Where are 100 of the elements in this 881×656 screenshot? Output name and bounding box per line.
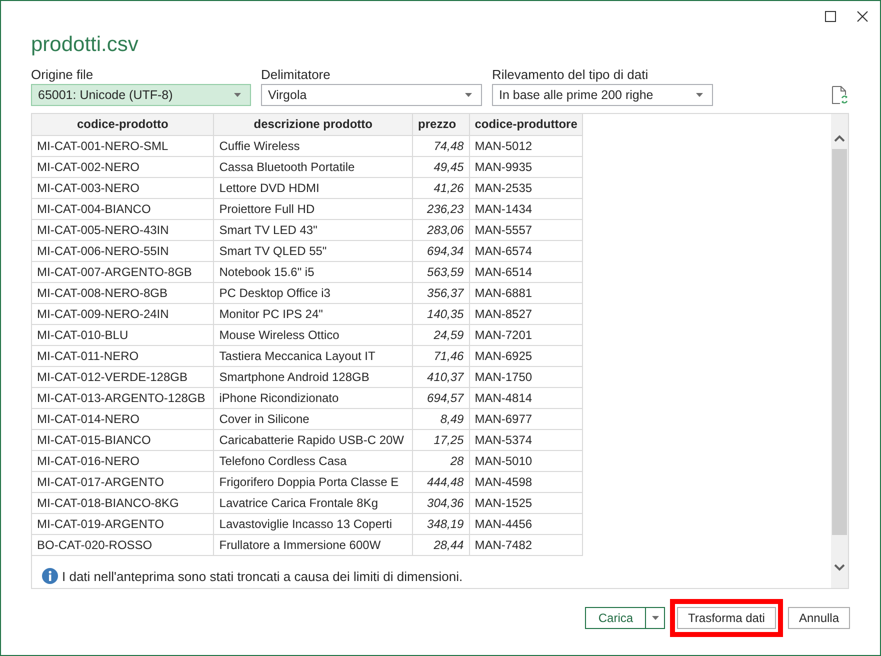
table-cell: MAN-1434 [469,198,583,219]
table-cell: MI-CAT-013-ARGENTO-128GB [32,387,214,408]
table-cell: MI-CAT-006-NERO-55IN [32,240,214,261]
table-cell: 410,37 [412,366,470,387]
table-cell: Smart TV QLED 55" [214,240,413,261]
table-cell: MI-CAT-012-VERDE-128GB [32,366,214,387]
table-cell: MAN-6881 [469,282,583,303]
table-cell: MI-CAT-003-NERO [32,177,214,198]
table-cell: 28 [412,450,470,471]
table-cell: Caricabatterie Rapido USB-C 20W [214,429,413,450]
column-header: codice-produttore [469,114,583,135]
table-cell: 8,49 [412,408,470,429]
table-cell: iPhone Ricondizionato [214,387,413,408]
table-cell: 356,37 [412,282,470,303]
table-cell: 348,19 [412,513,470,534]
table-cell: Telefono Cordless Casa [214,450,413,471]
table-cell: MI-CAT-010-BLU [32,324,214,345]
scroll-up-icon[interactable] [834,135,845,142]
table-cell: MI-CAT-017-ARGENTO [32,471,214,492]
table-cell: MI-CAT-014-NERO [32,408,214,429]
table-cell: 563,59 [412,261,470,282]
table-cell: MAN-5012 [469,135,583,156]
dropdown[interactable]: Virgola [261,84,482,106]
window-title: prodotti.csv [31,32,138,58]
dropdown-arrow-button[interactable] [646,607,666,629]
table-cell: MI-CAT-001-NERO-SML [32,135,214,156]
table-cell: 24,59 [412,324,470,345]
table-cell: BO-CAT-020-ROSSO [32,534,214,555]
table-cell: 694,57 [412,387,470,408]
dialog-button[interactable]: Carica [585,607,646,629]
close-icon[interactable] [857,10,868,22]
table-cell: MAN-5010 [469,450,583,471]
table-cell: Tastiera Meccanica Layout IT [214,345,413,366]
scroll-down-icon[interactable] [834,564,845,571]
table-cell: MAN-6574 [469,240,583,261]
table-cell: 304,36 [412,492,470,513]
table-cell: 17,25 [412,429,470,450]
table-cell: Lettore DVD HDMI [214,177,413,198]
table-cell: Smartphone Android 128GB [214,366,413,387]
dropdown[interactable]: 65001: Unicode (UTF-8) [31,84,251,106]
table-cell: MAN-9935 [469,156,583,177]
table-cell: MAN-7482 [469,534,583,555]
caret-icon [234,93,241,97]
table-cell: MAN-7201 [469,324,583,345]
table-cell: Frigorifero Doppia Porta Classe E [214,471,413,492]
maximize-icon[interactable] [825,10,836,22]
table-cell: 236,23 [412,198,470,219]
table-cell: MAN-2535 [469,177,583,198]
dialog-button[interactable]: Annulla [788,607,850,629]
table-cell: Frullatore a Immersione 600W [214,534,413,555]
info-icon [42,568,58,584]
column-header: descrizione prodotto [214,114,413,135]
table-cell: Mouse Wireless Ottico [214,324,413,345]
caret-icon [465,93,472,97]
table-cell: Cuffie Wireless [214,135,413,156]
table-cell: MAN-8527 [469,303,583,324]
table-cell: 28,44 [412,534,470,555]
table-cell: 140,35 [412,303,470,324]
table-cell: MI-CAT-004-BIANCO [32,198,214,219]
scrollbar-thumb[interactable] [832,149,847,535]
table-cell: MAN-6977 [469,408,583,429]
dropdown[interactable]: In base alle prime 200 righe [492,84,713,106]
caret-icon [696,93,703,97]
table-cell: 283,06 [412,219,470,240]
field-label: Rilevamento del tipo di dati [492,67,650,83]
table-cell: Proiettore Full HD [214,198,413,219]
field-label: Origine file [31,67,94,83]
table-cell: 74,48 [412,135,470,156]
table-cell: 41,26 [412,177,470,198]
truncation-notice: I dati nell'anteprima sono stati troncati a causa dei limiti di dimensioni. [62,568,463,586]
table-cell: MAN-6514 [469,261,583,282]
table-cell: MAN-4456 [469,513,583,534]
caret-icon [652,616,659,620]
table-cell: MI-CAT-011-NERO [32,345,214,366]
table-cell: Cassa Bluetooth Portatile [214,156,413,177]
field-label: Delimitatore [261,67,332,83]
table-cell: 694,34 [412,240,470,261]
dialog-button[interactable]: Trasforma dati [677,607,776,629]
file-refresh-icon[interactable] [832,86,848,104]
table-cell: MAN-5374 [469,429,583,450]
table-cell: MAN-4814 [469,387,583,408]
table-cell: 71,46 [412,345,470,366]
table-cell: 444,48 [412,471,470,492]
table-cell: MI-CAT-008-NERO-8GB [32,282,214,303]
table-cell: MI-CAT-002-NERO [32,156,214,177]
table-cell: MAN-5557 [469,219,583,240]
table-cell: MAN-4598 [469,471,583,492]
table-cell: MI-CAT-005-NERO-43IN [32,219,214,240]
table-cell: PC Desktop Office i3 [214,282,413,303]
table-cell: Lavastoviglie Incasso 13 Coperti [214,513,413,534]
table-cell: MI-CAT-016-NERO [32,450,214,471]
table-cell: MI-CAT-018-BIANCO-8KG [32,492,214,513]
table-cell: MAN-1525 [469,492,583,513]
table-cell: Notebook 15.6" i5 [214,261,413,282]
table-cell: MAN-6925 [469,345,583,366]
table-cell: MI-CAT-015-BIANCO [32,429,214,450]
table-cell: MI-CAT-019-ARGENTO [32,513,214,534]
table-cell: Smart TV LED 43" [214,219,413,240]
table-cell: Monitor PC IPS 24" [214,303,413,324]
table-cell: MAN-1750 [469,366,583,387]
